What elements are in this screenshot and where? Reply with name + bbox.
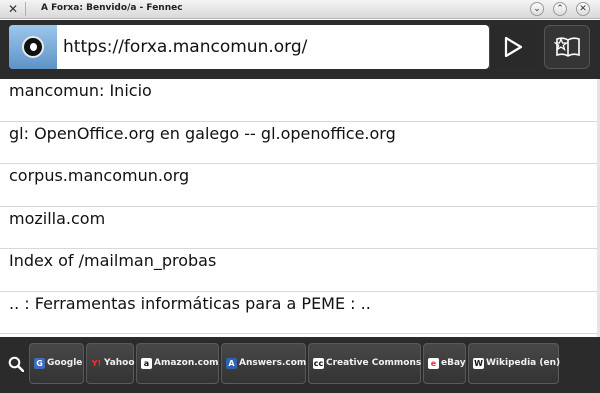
list-item[interactable]: Index of /mailman_probas xyxy=(0,249,597,292)
url-input[interactable] xyxy=(63,35,483,59)
search-engine-label: Google xyxy=(47,358,83,368)
amazon-icon: a xyxy=(141,358,152,369)
site-favicon-icon xyxy=(22,36,44,58)
list-item-title: gl: OpenOffice.org en galego -- gl.openo… xyxy=(9,123,396,143)
list-item-title: mancomun: Inicio xyxy=(9,81,152,100)
creative-commons-icon: cc xyxy=(313,358,324,369)
list-item[interactable]: mancomun: Inicio xyxy=(0,79,597,122)
search-engine-label: Creative Commons xyxy=(326,358,422,368)
search-icon xyxy=(8,356,24,372)
url-bar[interactable] xyxy=(9,25,489,69)
search-engine-ebay[interactable]: e eBay xyxy=(423,343,466,384)
ebay-icon: e xyxy=(428,358,439,369)
site-identity-button[interactable] xyxy=(9,25,57,69)
wikipedia-icon: W xyxy=(473,358,484,369)
star-book-icon xyxy=(554,37,580,57)
minimize-button[interactable]: ⌄ xyxy=(530,2,544,16)
maximize-button[interactable]: ⌃ xyxy=(553,2,567,16)
close-button[interactable]: ✕ xyxy=(576,2,590,16)
list-item-title: Index of /mailman_probas xyxy=(9,251,217,270)
list-item[interactable]: corpus.mancomun.org xyxy=(0,164,597,207)
list-item[interactable]: mozilla.com xyxy=(0,207,597,249)
search-engine-label: eBay xyxy=(441,358,466,368)
search-engine-answers[interactable]: A Answers.com xyxy=(221,343,306,384)
play-arrow-icon xyxy=(504,37,523,57)
search-engine-google[interactable]: G Google xyxy=(29,343,84,384)
list-item-title: mozilla.com xyxy=(9,208,106,228)
titlebar-divider xyxy=(25,2,26,16)
search-engine-amazon[interactable]: a Amazon.com xyxy=(136,343,219,384)
search-engine-label: Wikipedia (en) xyxy=(486,358,561,368)
go-button[interactable] xyxy=(489,25,535,69)
yahoo-icon: Y! xyxy=(91,359,102,368)
search-engine-wikipedia[interactable]: W Wikipedia (en) xyxy=(468,343,561,384)
search-engine-label: Amazon.com xyxy=(154,358,219,368)
url-toolbar xyxy=(0,20,600,79)
list-item[interactable]: .. : Ferramentas informáticas para a PEM… xyxy=(0,292,597,334)
list-item-title: corpus.mancomun.org xyxy=(9,166,190,185)
bookmark-button[interactable] xyxy=(544,25,590,69)
search-engine-label: Answers.com xyxy=(239,358,307,368)
search-engines-bar: G Google Y! Yahoo a Amazon.com A Answers… xyxy=(0,337,600,393)
window-menu-icon[interactable]: ✕ xyxy=(6,2,20,16)
window-titlebar: ✕ A Forxa: Benvido/a - Fennec ⌄ ⌃ ✕ xyxy=(0,0,600,19)
window-title: A Forxa: Benvido/a - Fennec xyxy=(41,3,183,13)
answers-icon: A xyxy=(226,358,237,369)
list-item-title: .. : Ferramentas informáticas para a PEM… xyxy=(9,293,371,313)
search-engine-creative-commons[interactable]: cc Creative Commons xyxy=(308,343,421,384)
search-engine-label: Yahoo xyxy=(104,358,135,368)
search-engine-yahoo[interactable]: Y! Yahoo xyxy=(86,343,135,384)
awesome-list: mancomun: Inicio gl: OpenOffice.org en g… xyxy=(0,79,597,334)
google-icon: G xyxy=(34,358,45,369)
list-item[interactable]: gl: OpenOffice.org en galego -- gl.openo… xyxy=(0,122,597,164)
